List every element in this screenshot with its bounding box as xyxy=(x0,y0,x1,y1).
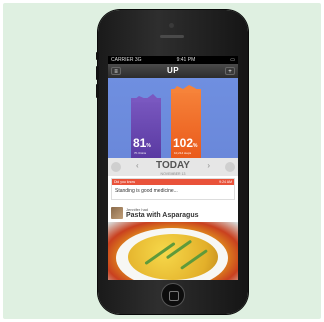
app-title: UP xyxy=(166,66,180,75)
calendar-icon[interactable] xyxy=(225,162,235,172)
tip-card-body: Standing is good medicine... xyxy=(115,188,178,194)
meal-dish: Pasta with Asparagus xyxy=(126,212,199,219)
mute-switch xyxy=(96,52,99,60)
sleep-percent: 81% xyxy=(133,136,151,150)
home-button[interactable] xyxy=(161,283,185,307)
carrier-label: CARRIER 3G xyxy=(111,57,142,63)
move-bar[interactable]: 102% 10,214 steps xyxy=(171,85,201,158)
app-screen: CARRIER 3G 9:41 PM ▭ ≡ UP + 81% 7h 3mins… xyxy=(108,56,238,280)
iphone-device: CARRIER 3G 9:41 PM ▭ ≡ UP + 81% 7h 3mins… xyxy=(96,10,248,314)
meal-header: Jennifer had Pasta with Asparagus xyxy=(108,204,238,222)
prev-day-arrow-icon[interactable]: ‹ xyxy=(136,161,139,170)
volume-up-button xyxy=(96,66,99,80)
clock-label: 9:41 PM xyxy=(176,57,196,63)
battery-icon: ▭ xyxy=(230,57,235,63)
sleep-toggle-icon[interactable] xyxy=(111,162,121,172)
tip-card[interactable]: Did you know 9:24 AM Standing is good me… xyxy=(111,178,235,200)
today-header: ‹ TODAY NOVEMBER 13 › xyxy=(108,158,238,176)
tip-card-time: 9:24 AM xyxy=(219,180,232,184)
meal-photo xyxy=(108,222,238,280)
today-title: TODAY xyxy=(156,160,190,171)
front-camera xyxy=(169,23,174,28)
meal-entry[interactable]: Jennifer had Pasta with Asparagus xyxy=(108,204,238,280)
move-bar-cap xyxy=(171,85,201,93)
sleep-bar[interactable]: 81% 7h 3mins xyxy=(131,94,161,158)
move-percent: 102% xyxy=(173,136,198,150)
sleep-duration: 7h 3mins xyxy=(134,151,147,155)
activity-chart[interactable]: 81% 7h 3mins 102% 10,214 steps xyxy=(108,78,238,158)
tip-card-title: Did you know xyxy=(114,180,136,184)
sleep-bar-cap xyxy=(131,94,161,102)
status-bar: CARRIER 3G 9:41 PM ▭ xyxy=(108,56,238,64)
plus-icon[interactable]: + xyxy=(225,67,235,75)
today-date: NOVEMBER 13 xyxy=(160,172,186,176)
next-day-arrow-icon[interactable]: › xyxy=(207,161,210,170)
volume-down-button xyxy=(96,84,99,98)
move-steps: 10,214 steps xyxy=(174,151,192,155)
pasta-shape xyxy=(128,234,218,280)
earpiece-speaker xyxy=(160,35,184,38)
avatar xyxy=(111,207,123,219)
nav-bar: ≡ UP + xyxy=(108,64,238,78)
